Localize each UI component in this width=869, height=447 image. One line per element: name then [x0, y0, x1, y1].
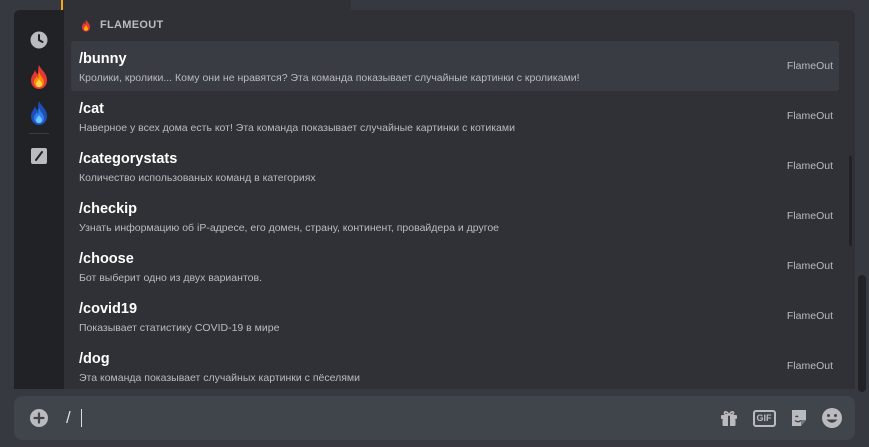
command-name: /categorystats — [79, 151, 178, 167]
command-row-bunny[interactable]: /bunny Кролики, кролики... Кому они не н… — [71, 41, 839, 91]
gif-button[interactable]: GIF — [752, 406, 776, 430]
command-description: Количество использованых команд в катего… — [79, 172, 316, 184]
clock-icon — [30, 31, 48, 49]
gift-button[interactable] — [717, 406, 741, 430]
command-description: Наверное у всех дома есть кот! Эта коман… — [79, 122, 515, 134]
command-row-checkip[interactable]: /checkip Узнать информацию об iP-адресе,… — [71, 191, 839, 241]
command-description: Бот выберит одно из двух вариантов. — [79, 272, 262, 284]
blue-flame-app-button[interactable] — [26, 100, 52, 126]
sticker-button[interactable] — [787, 406, 811, 430]
command-name: /cat — [79, 101, 104, 117]
built-in-commands-button[interactable] — [26, 143, 52, 169]
command-app-label: FlameOut — [786, 110, 833, 122]
command-description: Эта команда показывает случайных картинк… — [79, 372, 361, 384]
section-header: FLAMEOUT — [64, 10, 855, 40]
command-app-label: FlameOut — [786, 260, 833, 272]
command-app-label: FlameOut — [786, 360, 833, 372]
message-composer: GIF — [14, 396, 855, 440]
command-app-label: FlameOut — [786, 160, 833, 172]
command-row-cat[interactable]: /cat Наверное у всех дома есть кот! Эта … — [71, 91, 839, 141]
command-row-choose[interactable]: /choose Бот выберит одно из двух вариант… — [71, 241, 839, 291]
command-description: Кролики, кролики... Кому они не нравятся… — [79, 72, 580, 84]
app-rail — [14, 10, 64, 389]
gift-icon — [721, 411, 737, 426]
plus-circle-icon — [30, 409, 48, 427]
flameout-app-button[interactable] — [26, 64, 52, 90]
blue-flame-icon — [31, 101, 47, 125]
command-list-scrollbar[interactable] — [849, 156, 852, 246]
command-row-categorystats[interactable]: /categorystats Количество использованых … — [71, 141, 839, 191]
message-input[interactable] — [66, 402, 666, 434]
smiley-icon — [822, 408, 842, 428]
slash-box-icon — [31, 148, 47, 164]
sticker-icon — [792, 410, 806, 426]
flame-icon — [82, 19, 90, 31]
command-autocomplete-popup: FLAMEOUT /bunny Кролики, кролики... Кому… — [14, 10, 855, 389]
command-description: Показывает статистику COVID-19 в мире — [79, 322, 280, 334]
command-app-label: FlameOut — [786, 310, 833, 322]
command-name: /dog — [79, 351, 110, 367]
text-caret — [81, 409, 82, 427]
command-name: /covid19 — [79, 301, 138, 317]
command-row-covid19[interactable]: /covid19 Показывает статистику COVID-19 … — [71, 291, 839, 341]
emoji-button[interactable] — [820, 406, 844, 430]
section-title: FLAMEOUT — [100, 19, 164, 31]
command-list: /bunny Кролики, кролики... Кому они не н… — [71, 41, 839, 389]
command-description: Узнать информацию об iP-адресе, его доме… — [79, 222, 499, 234]
rail-divider — [29, 133, 49, 134]
command-app-label: FlameOut — [786, 60, 833, 72]
command-app-label: FlameOut — [786, 210, 833, 222]
attach-button[interactable] — [29, 408, 49, 428]
command-name: /checkip — [79, 201, 138, 217]
recent-commands-button[interactable] — [26, 27, 52, 53]
chat-scrollbar[interactable] — [858, 275, 866, 392]
command-name: /choose — [79, 251, 134, 267]
orange-flame-icon — [31, 65, 47, 89]
previous-message-bar — [63, 0, 351, 10]
gif-label: GIF — [752, 409, 776, 427]
command-name: /bunny — [79, 51, 127, 67]
command-row-dog[interactable]: /dog Эта команда показывает случайных ка… — [71, 341, 839, 389]
